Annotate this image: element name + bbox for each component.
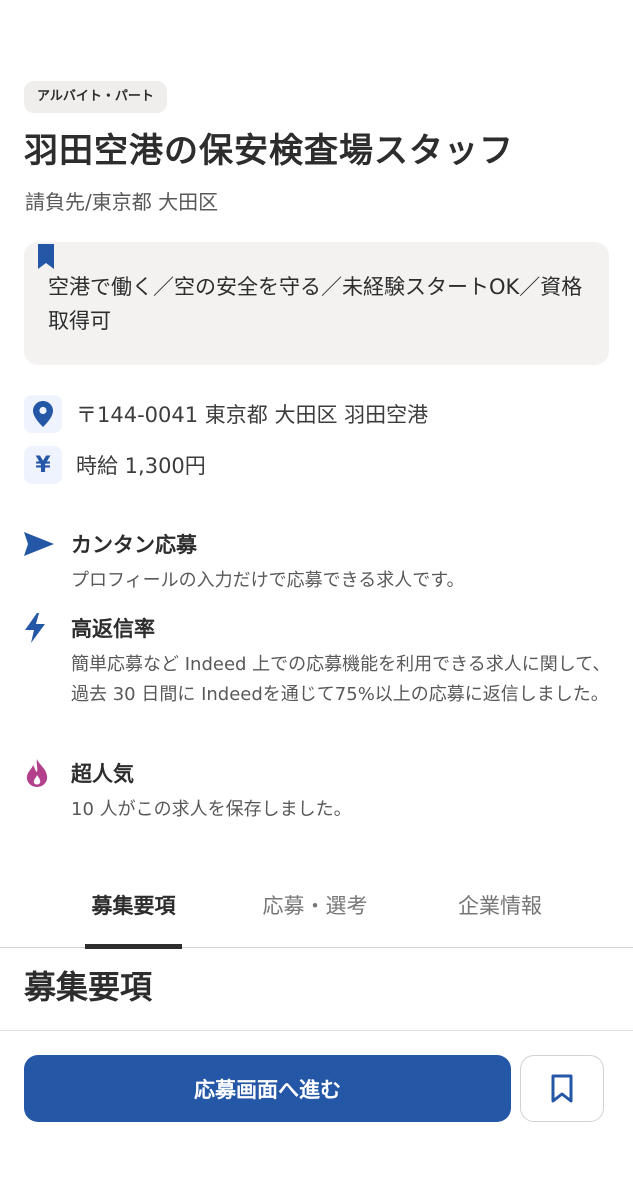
feature-title: カンタン応募	[71, 533, 197, 557]
menu-icon[interactable]	[561, 0, 585, 6]
feature-title: 高返信率	[71, 617, 155, 641]
tab-job-details[interactable]: 募集要項	[85, 880, 182, 949]
job-type-tag: アルバイト・パート	[24, 81, 167, 113]
job-detail-page: アルバイト・パート 羽田空港の保安検査場スタッフ 請負先/東京都 大田区 空港で…	[0, 0, 633, 1200]
bookmark-icon	[38, 244, 54, 269]
lightning-icon	[24, 613, 58, 643]
feature-description: 10 人がこの求人を保存しました。	[71, 799, 352, 820]
location-row: 〒144-0041 東京都 大田区 羽田空港	[24, 395, 428, 433]
section-heading: 募集要項	[24, 968, 153, 1006]
save-job-button[interactable]	[520, 1055, 604, 1122]
job-title: 羽田空港の保安検査場スタッフ	[24, 131, 514, 171]
feature-high-response: 高返信率 簡単応募など Indeed 上での応募機能を利用できる求人に関して、過…	[24, 612, 614, 710]
salary-row: ¥ 時給 1,300円	[24, 446, 206, 484]
fire-icon	[24, 758, 58, 788]
highlight-text: 空港で働く／空の安全を守る／未経験スタートOK／資格取得可	[48, 275, 583, 333]
feature-popular: 超人気 10 人がこの求人を保存しました。	[24, 757, 614, 825]
tab-bar: 募集要項 応募・選考 企業情報	[0, 880, 633, 949]
send-icon	[24, 529, 58, 559]
feature-description: プロフィールの入力だけで応募できる求人です。	[71, 570, 465, 591]
apply-button[interactable]: 応募画面へ進む	[24, 1055, 511, 1122]
tab-apply-selection[interactable]: 応募・選考	[248, 880, 382, 948]
tab-company-info[interactable]: 企業情報	[445, 880, 555, 948]
bookmark-icon	[551, 1074, 573, 1102]
salary-text: 時給 1,300円	[76, 454, 206, 478]
yen-icon: ¥	[24, 446, 62, 484]
location-text: 〒144-0041 東京都 大田区 羽田空港	[76, 403, 429, 427]
feature-easy-apply: カンタン応募 プロフィールの入力だけで応募できる求人です。	[24, 528, 614, 596]
feature-title: 超人気	[71, 762, 134, 786]
location-pin-icon	[24, 395, 62, 433]
company-location: 請負先/東京都 大田区	[25, 190, 219, 214]
highlight-box: 空港で働く／空の安全を守る／未経験スタートOK／資格取得可	[24, 242, 609, 365]
bottom-action-bar: 応募画面へ進む	[0, 1030, 633, 1200]
feature-description: 簡単応募など Indeed 上での応募機能を利用できる求人に関して、過去 30 …	[71, 654, 611, 705]
